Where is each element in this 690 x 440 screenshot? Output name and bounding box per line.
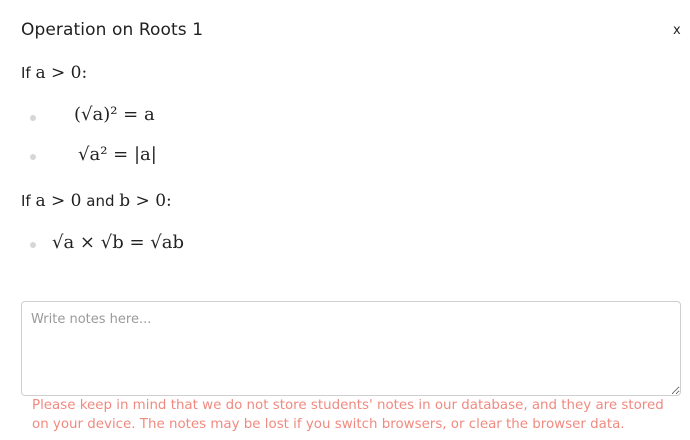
bullet-dot: [30, 154, 36, 160]
formula-1-text: (√a)² = a: [74, 104, 155, 125]
condition-1-prefix: If: [21, 64, 36, 82]
formula-3: √a × √b = √ab: [52, 232, 184, 253]
condition-2-prefix: If: [21, 192, 36, 210]
formula-2-text: √a² = |a|: [78, 144, 157, 165]
bullet-dot: [30, 115, 36, 121]
formula-2: √a² = |a|: [78, 144, 157, 165]
condition-2-math-a: a > 0: [35, 191, 82, 211]
condition-1: If a > 0:: [21, 63, 87, 83]
condition-1-math: a > 0:: [35, 63, 88, 83]
notes-textarea[interactable]: [21, 301, 681, 396]
condition-2-joiner: and: [81, 192, 120, 210]
condition-2: If a > 0 and b > 0:: [21, 191, 172, 211]
bullet-dot: [30, 242, 36, 248]
notes-warning: Please keep in mind that we do not store…: [32, 398, 664, 432]
close-icon[interactable]: x: [673, 23, 681, 39]
condition-2-math-b: b > 0:: [119, 191, 172, 211]
formula-1: (√a)² = a: [74, 104, 155, 125]
dialog-title: Operation on Roots 1: [21, 20, 204, 40]
formula-3-text: √a × √b = √ab: [52, 232, 184, 253]
